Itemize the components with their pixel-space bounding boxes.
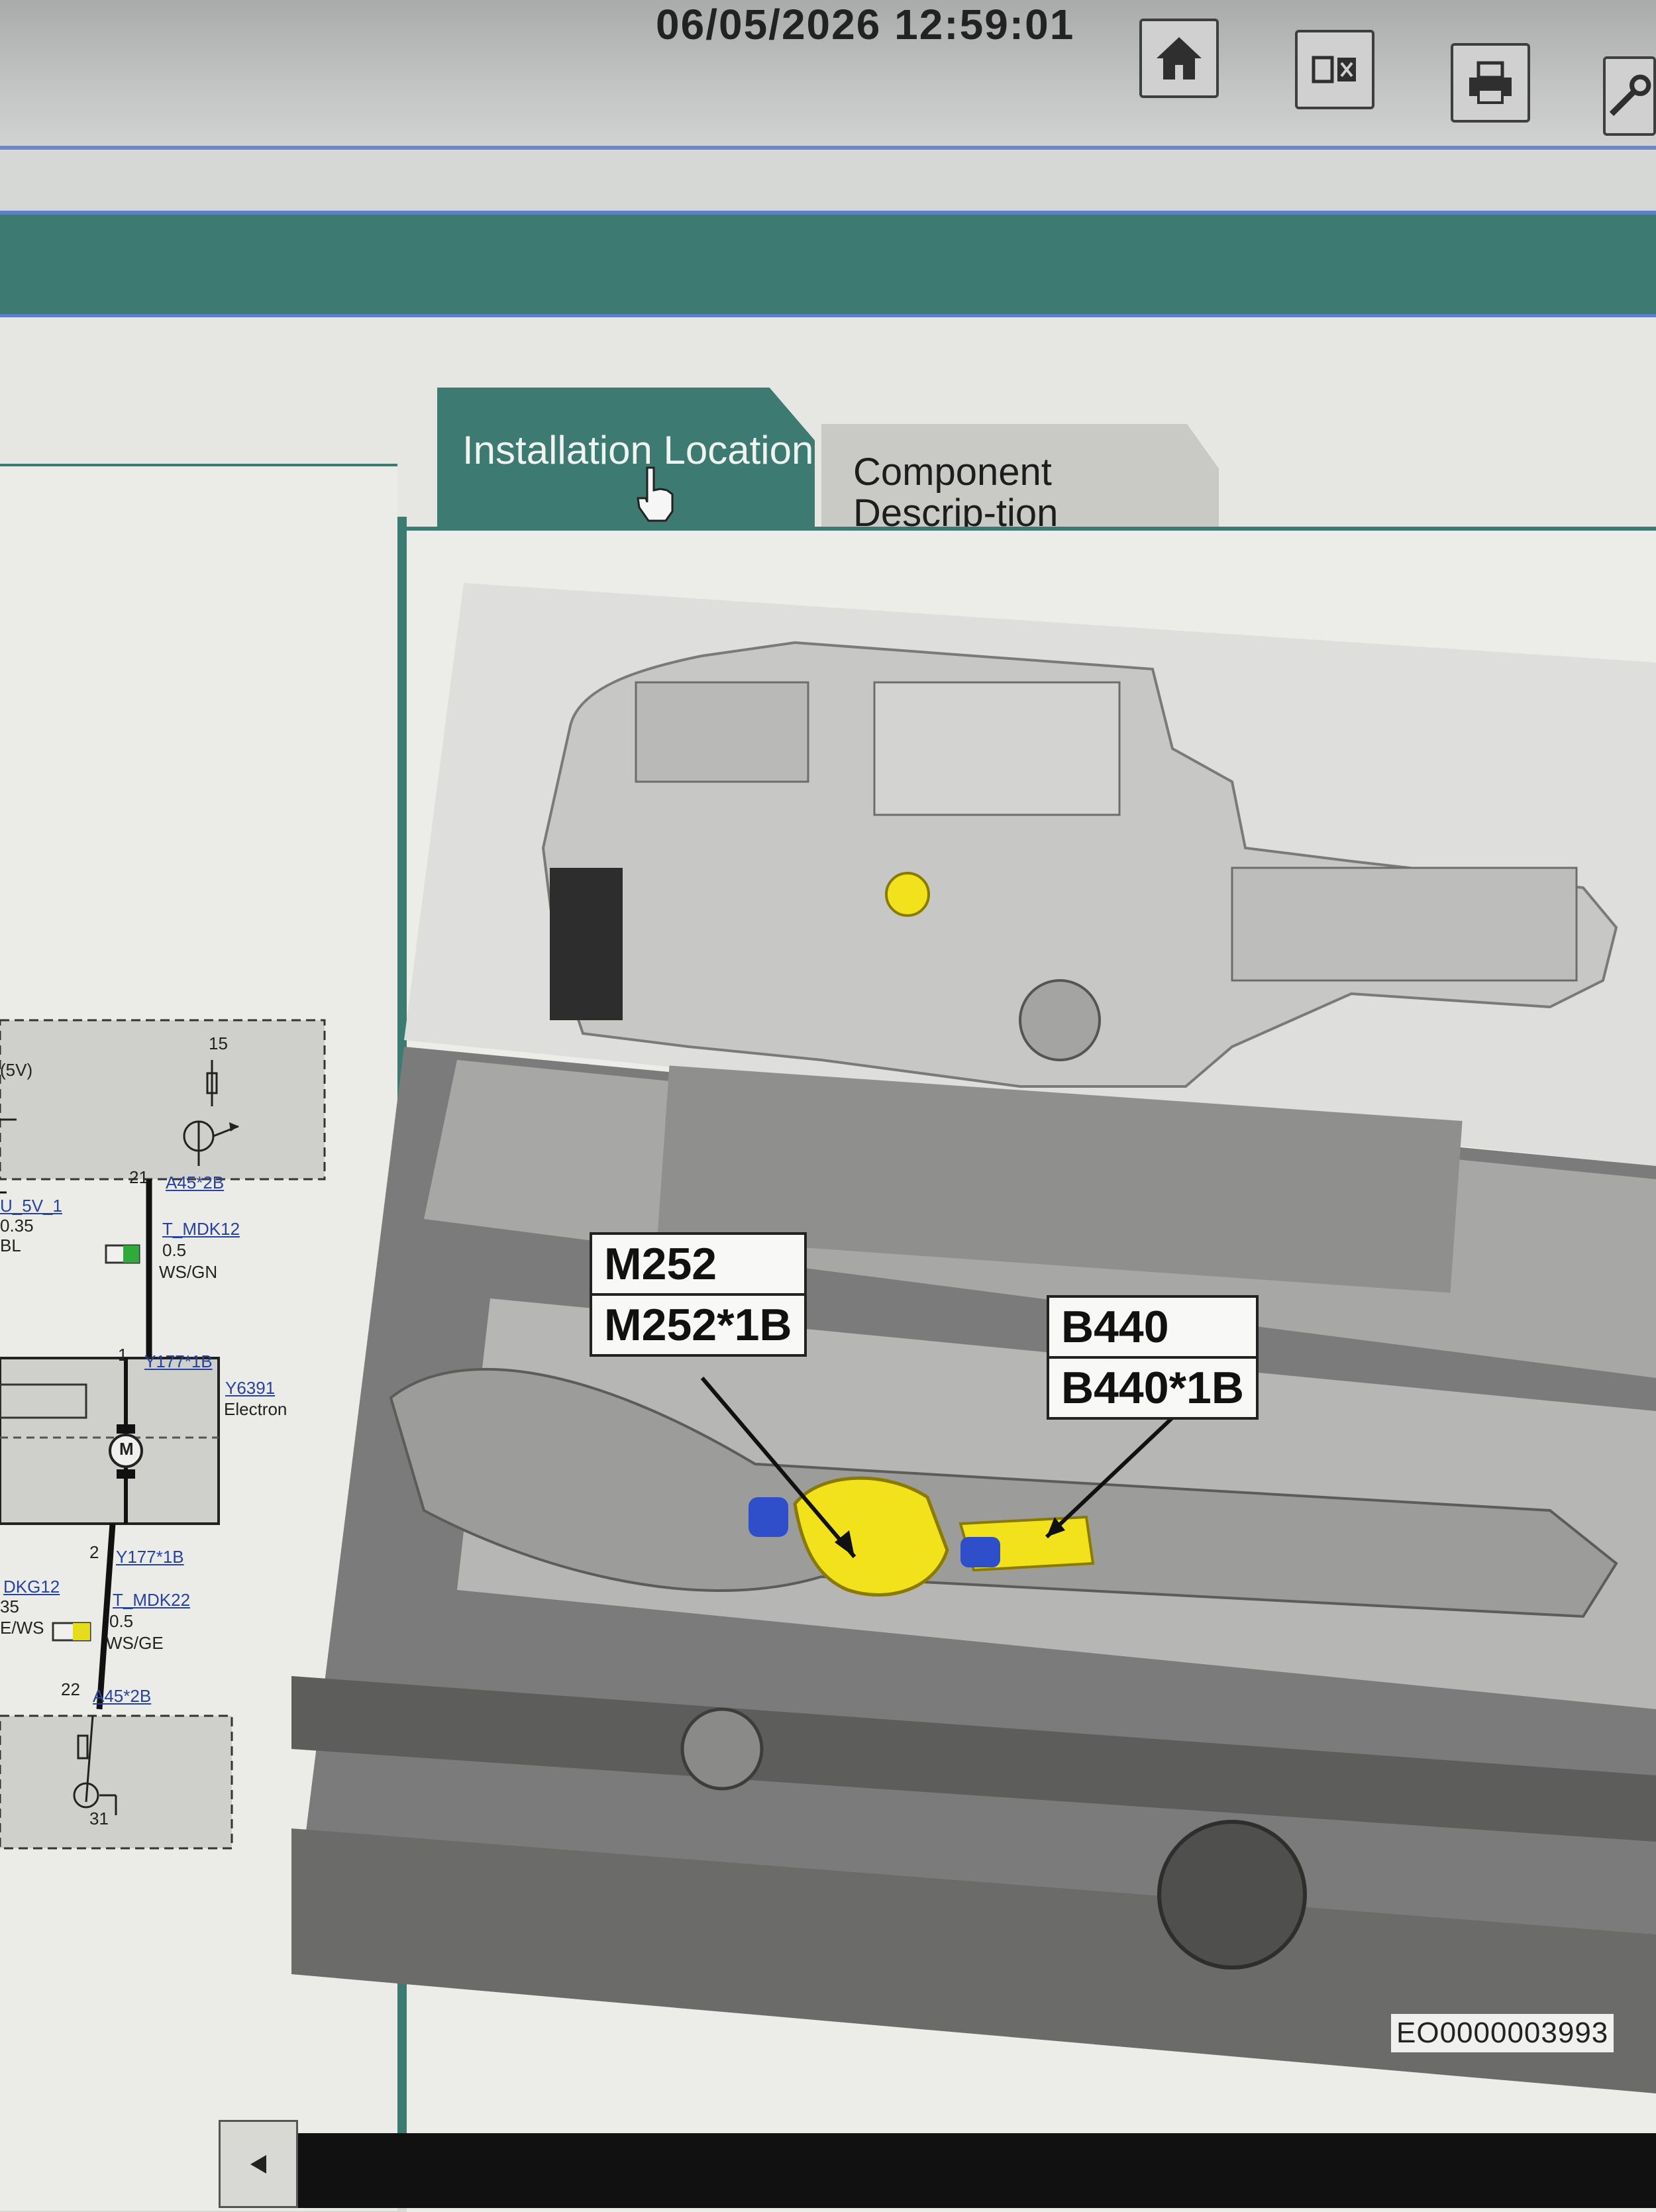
location-marker [885, 872, 930, 917]
connector-y177-1b-bottom[interactable]: Y177*1B [116, 1547, 184, 1567]
split-view-icon [1312, 56, 1356, 83]
size-label: 35 [0, 1597, 19, 1616]
motor-symbol: M [119, 1439, 134, 1459]
print-button[interactable] [1451, 43, 1530, 123]
terminal-31-label: 31 [89, 1809, 109, 1828]
split-view-button[interactable] [1295, 30, 1374, 109]
color-label: WS/GE [106, 1633, 164, 1653]
home-icon [1157, 37, 1202, 79]
terminal-15-label: 15 [209, 1033, 228, 1053]
component-y6391-link[interactable]: Y6391 [225, 1378, 275, 1398]
signal-t-mdk22-link[interactable]: T_MDK22 [113, 1590, 190, 1610]
component-description: Electron [224, 1399, 287, 1419]
color-label: E/WS [0, 1618, 44, 1638]
supply-label: (5V) [0, 1060, 33, 1080]
scroll-left-button[interactable] [219, 2120, 298, 2208]
connector-y177-1b-top[interactable]: Y177*1B [144, 1351, 213, 1372]
tab-label: Component Descrip-tion [853, 450, 1059, 535]
callout-b440[interactable]: B440 B440*1B [1047, 1295, 1259, 1420]
image-id-label: EO0000003993 [1391, 2014, 1614, 2052]
callout-component-code: M252 [592, 1235, 804, 1296]
callout-connector-code: M252*1B [604, 1300, 792, 1350]
wrench-button[interactable] [1603, 56, 1656, 136]
pin-21-label: 21 [129, 1167, 148, 1187]
pin-22-label: 22 [61, 1679, 80, 1699]
callout-connector-code: B440*1B [1061, 1363, 1244, 1413]
engine-render [291, 583, 1656, 2093]
installation-location-image [291, 583, 1656, 2093]
signal-t-mdk12-link[interactable]: T_MDK12 [162, 1219, 240, 1239]
size-label: 0.35 [0, 1216, 34, 1236]
connector-a45-2b-top[interactable]: A45*2B [166, 1173, 224, 1193]
timestamp: 06/05/2026 12:59:01 [656, 1, 1075, 48]
color-label: WS/GN [159, 1262, 218, 1282]
size-label: 0.5 [162, 1240, 187, 1260]
hand-cursor-icon [637, 466, 674, 522]
color-label: BL [0, 1236, 21, 1255]
pin-1-label: 1 [118, 1345, 128, 1365]
callout-component-code: B440 [1049, 1298, 1256, 1359]
tab-installation-location[interactable]: Installation Location [437, 388, 815, 527]
triangle-left-icon [250, 2154, 266, 2174]
wrench-icon [1609, 74, 1651, 117]
pin-2-label: 2 [89, 1542, 99, 1562]
home-button[interactable] [1139, 19, 1219, 98]
print-icon [1469, 61, 1512, 104]
sub-header [0, 150, 1656, 216]
m252-connector [749, 1497, 788, 1537]
connector-a45-2b-bottom[interactable]: A45*2B [93, 1686, 151, 1707]
signal-u5v1-link[interactable]: U_5V_1 [0, 1196, 62, 1216]
b440-connector [960, 1537, 1000, 1567]
signal-dkg12-link[interactable]: DKG12 [3, 1577, 60, 1597]
bottom-bar [298, 2133, 1656, 2208]
title-band [0, 215, 1656, 314]
callout-m252[interactable]: M252 M252*1B [590, 1232, 807, 1357]
size-label: 0.5 [109, 1611, 134, 1631]
